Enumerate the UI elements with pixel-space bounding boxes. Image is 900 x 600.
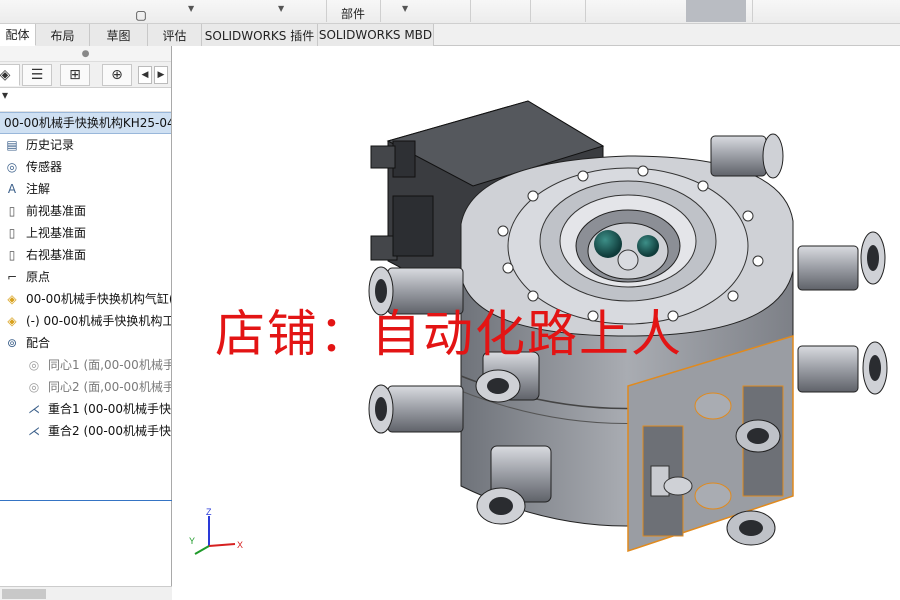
tab-label: 草图 bbox=[106, 28, 131, 43]
chevron-down-icon[interactable]: ▼ bbox=[402, 4, 408, 13]
scrollbar-thumb[interactable] bbox=[2, 589, 46, 599]
command-manager-tabs: 配体 布局 草图 评估 SOLIDWORKS 插件 SOLIDWORKS MBD… bbox=[0, 24, 900, 67]
tree-item-label: (-) 00-00机械手快换机构工 bbox=[26, 314, 171, 328]
tab-scroll-left-icon[interactable]: ◀ bbox=[138, 66, 152, 84]
filter-row[interactable]: ▾ bbox=[0, 88, 171, 112]
tree-item-label: 重合2 (00-00机械手快 bbox=[48, 424, 171, 438]
tab-label: 布局 bbox=[50, 28, 75, 43]
feature-manager-tabs: ◈ ☰ ⊞ ⊕ ◀ ▶ bbox=[0, 62, 171, 88]
tree-item[interactable]: ◎ 传感器 bbox=[0, 156, 171, 178]
tree-item-label: 原点 bbox=[26, 270, 51, 284]
ribbon-separator bbox=[380, 0, 381, 22]
filter-icon: ▾ bbox=[2, 88, 9, 102]
tab-label: SOLIDWORKS MBD bbox=[318, 28, 433, 42]
ribbon-separator bbox=[326, 0, 327, 22]
ribbon-separator bbox=[585, 0, 586, 22]
tree-item-label: 同心2 (面,00-00机械手 bbox=[48, 380, 171, 394]
history-icon: ▤ bbox=[6, 138, 18, 152]
tree-item[interactable]: ◈ (-) 00-00机械手快换机构工 bbox=[0, 310, 171, 332]
mates-icon: ⊚ bbox=[6, 336, 18, 350]
tree-item[interactable]: ⋌ 重合1 (00-00机械手快 bbox=[0, 398, 171, 420]
triad-y-label: Y bbox=[189, 536, 195, 546]
tab-label: 评估 bbox=[162, 28, 187, 43]
tree-end-marker bbox=[0, 500, 172, 501]
tree-item[interactable]: ▤ 历史记录 bbox=[0, 134, 171, 156]
graphics-viewport[interactable]: 店铺：自动化路上人 Z X Y bbox=[173, 46, 900, 600]
part-icon: ◈ bbox=[7, 314, 17, 328]
tab-sketch[interactable]: 草图 bbox=[90, 24, 148, 46]
property-manager-icon[interactable]: ☰ bbox=[22, 64, 52, 86]
solidworks-window: ▢ ▼ ▼ 部件 ▼ 配体 布局 草图 评估 SOLIDWORKS 插件 SOL… bbox=[0, 0, 900, 600]
plane-icon: ▯ bbox=[8, 248, 16, 262]
tree-item-label: 历史记录 bbox=[26, 138, 75, 152]
feature-tree-icon[interactable]: ◈ bbox=[0, 64, 20, 86]
ribbon-separator bbox=[752, 0, 753, 22]
feature-tree: ▤ 历史记录 ◎ 传感器 A 注解 ▯ 前视基准面 ▯ 上视基准面 ▯ 右视基准面 ⌐ 原点 ◈ 00-00机… bbox=[0, 134, 171, 442]
tab-assembly[interactable]: 配体 bbox=[0, 24, 36, 46]
parts-button[interactable]: 部件 bbox=[336, 0, 370, 22]
tree-item[interactable]: ◎ 同心1 (面,00-00机械手 bbox=[0, 354, 171, 376]
annotation-icon: A bbox=[7, 182, 17, 196]
tree-item[interactable]: ▯ 上视基准面 bbox=[0, 222, 171, 244]
tab-evaluate[interactable]: 评估 bbox=[148, 24, 202, 46]
ribbon-separator bbox=[530, 0, 531, 22]
panel-grip[interactable]: ● bbox=[0, 46, 171, 62]
concentric-icon: ◎ bbox=[28, 380, 40, 394]
triad-z-label: Z bbox=[206, 508, 212, 517]
tree-item[interactable]: ▯ 前视基准面 bbox=[0, 200, 171, 222]
tab-solidworks-mbd[interactable]: SOLIDWORKS MBD bbox=[318, 24, 434, 46]
tab-label: 配体 bbox=[5, 28, 30, 42]
tab-scroll-right-icon[interactable]: ▶ bbox=[154, 66, 168, 84]
ribbon-active-button[interactable] bbox=[686, 0, 746, 22]
parts-button-label: 部件 bbox=[340, 7, 365, 21]
chevron-down-icon[interactable]: ▼ bbox=[278, 4, 284, 13]
tree-item-label: 传感器 bbox=[26, 160, 63, 174]
tab-layout[interactable]: 布局 bbox=[36, 24, 90, 46]
coincident-icon: ⋌ bbox=[28, 402, 40, 416]
tree-item-label: 前视基准面 bbox=[26, 204, 87, 218]
tree-item[interactable]: ⋌ 重合2 (00-00机械手快 bbox=[0, 420, 171, 442]
horizontal-scrollbar[interactable] bbox=[0, 586, 172, 600]
reference-triad-icon: Z X Y bbox=[189, 508, 243, 555]
tab-label: SOLIDWORKS 插件 bbox=[204, 28, 315, 43]
tree-item-label: 右视基准面 bbox=[26, 248, 87, 262]
ribbon-separator bbox=[470, 0, 471, 22]
tree-item-label: 上视基准面 bbox=[26, 226, 87, 240]
coincident-icon: ⋌ bbox=[28, 424, 40, 438]
tab-solidworks-addins[interactable]: SOLIDWORKS 插件 bbox=[202, 24, 318, 46]
tree-item-label: 重合1 (00-00机械手快 bbox=[48, 402, 171, 416]
plane-icon: ▯ bbox=[8, 204, 16, 218]
origin-icon: ⌐ bbox=[6, 270, 18, 284]
feature-manager-panel: ● ◈ ☰ ⊞ ⊕ ◀ ▶ ▾ 00-00机械手快换机构KH25-04 ▤ 历史记… bbox=[0, 46, 172, 600]
tree-item[interactable]: ▯ 右视基准面 bbox=[0, 244, 171, 266]
command-ribbon: ▢ ▼ ▼ 部件 ▼ bbox=[0, 0, 900, 24]
sensor-icon: ◎ bbox=[6, 160, 18, 174]
tree-item[interactable]: ◈ 00-00机械手快换机构气缸( bbox=[0, 288, 171, 310]
tree-item-label: 配合 bbox=[26, 336, 51, 350]
tree-item[interactable]: A 注解 bbox=[0, 178, 171, 200]
tree-item[interactable]: ◎ 同心2 (面,00-00机械手 bbox=[0, 376, 171, 398]
tree-item[interactable]: ⊚ 配合 bbox=[0, 332, 171, 354]
shop-watermark: 店铺：自动化路上人 bbox=[215, 305, 683, 363]
chevron-down-icon[interactable]: ▼ bbox=[188, 4, 194, 13]
tree-item[interactable]: ⌐ 原点 bbox=[0, 266, 171, 288]
tree-item-label: 注解 bbox=[26, 182, 51, 196]
tree-item-label: 00-00机械手快换机构气缸( bbox=[26, 292, 171, 306]
triad-x-label: X bbox=[237, 540, 243, 550]
configuration-manager-icon[interactable]: ⊞ bbox=[60, 64, 90, 86]
part-icon: ◈ bbox=[7, 292, 17, 306]
dimxpert-icon[interactable]: ⊕ bbox=[102, 64, 132, 86]
assembly-root-label: 00-00机械手快换机构KH25-04 bbox=[4, 116, 171, 130]
assembly-root-node[interactable]: 00-00机械手快换机构KH25-04 bbox=[0, 112, 171, 134]
ribbon-tool-icon[interactable]: ▢ bbox=[135, 0, 147, 22]
concentric-icon: ◎ bbox=[28, 358, 40, 372]
plane-icon: ▯ bbox=[8, 226, 16, 240]
tree-item-label: 同心1 (面,00-00机械手 bbox=[48, 358, 171, 372]
